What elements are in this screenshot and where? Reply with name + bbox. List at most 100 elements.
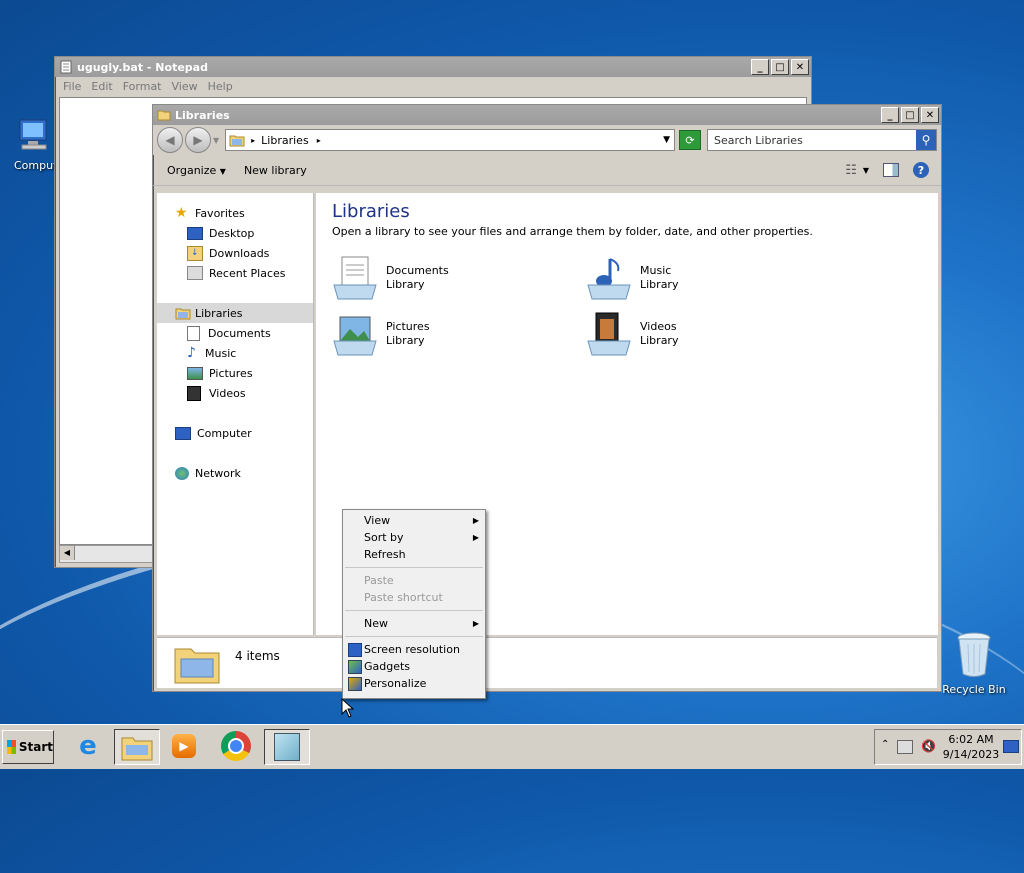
nav-videos[interactable]: Videos (157, 383, 313, 403)
minimize-button[interactable]: _ (751, 59, 769, 75)
breadcrumb-arrow-icon[interactable]: ▸ (317, 136, 321, 145)
library-music[interactable]: Music Library (586, 255, 678, 301)
show-hidden-icons-icon[interactable]: ⌃ (881, 739, 889, 750)
library-documents[interactable]: Documents Library (332, 255, 449, 301)
nav-documents[interactable]: Documents (157, 323, 313, 343)
folder-icon (157, 110, 171, 121)
maximize-button[interactable]: □ (771, 59, 789, 75)
desktop-context-menu: View ▶ Sort by ▶ Refresh Paste Paste short… (342, 509, 486, 699)
details-pane: 4 items (157, 637, 937, 688)
change-view-icon[interactable]: ☷ (845, 163, 857, 178)
desktop-computer-icon[interactable]: Computer (0, 116, 69, 172)
taskbar-media-player[interactable]: ▶ (162, 729, 206, 763)
libraries-icon (175, 308, 191, 320)
help-icon[interactable]: ? (913, 162, 929, 178)
menu-view[interactable]: View (172, 80, 198, 93)
downloads-icon: ↓ (187, 245, 203, 261)
library-name: Videos (640, 320, 677, 333)
address-bar-row: ◀ ▶ ▼ ▸ Libraries ▸ ▼ ⟳ Search Libraries… (153, 125, 941, 155)
mouse-pointer-icon (341, 698, 355, 718)
menu-help[interactable]: Help (208, 80, 233, 93)
preview-pane-icon[interactable] (883, 163, 899, 177)
music-icon: ♪ (187, 345, 196, 361)
search-icon[interactable]: ⚲ (916, 130, 936, 150)
refresh-button[interactable]: ⟳ (679, 130, 701, 150)
library-videos[interactable]: Videos Library (586, 311, 678, 357)
explorer-titlebar[interactable]: Libraries _ □ ✕ (153, 105, 941, 125)
nav-music[interactable]: ♪ Music (157, 343, 313, 363)
menu-item-refresh[interactable]: Refresh (343, 546, 485, 563)
taskbar-internet-explorer[interactable]: e (66, 729, 110, 763)
menu-item-personalize[interactable]: Personalize (343, 675, 485, 692)
star-icon: ★ (175, 205, 188, 221)
menu-separator (345, 610, 483, 611)
start-button[interactable]: Start (2, 730, 54, 764)
windows-logo-icon (7, 740, 16, 754)
menu-item-screen-resolution[interactable]: Screen resolution (343, 641, 485, 658)
library-name: Pictures (386, 320, 430, 333)
taskbar-windows-explorer[interactable] (114, 729, 160, 765)
breadcrumb-libraries[interactable]: Libraries (261, 134, 309, 147)
notepad-icon (60, 60, 72, 74)
nav-pictures[interactable]: Pictures (157, 363, 313, 383)
notepad-title: ugugly.bat - Notepad (77, 60, 208, 74)
library-type: Library (386, 334, 425, 347)
new-library-button[interactable]: New library (244, 164, 307, 177)
forward-button[interactable]: ▶ (185, 127, 211, 153)
clock-time[interactable]: 6:02 AM (943, 733, 999, 746)
menu-separator (345, 567, 483, 568)
library-pictures[interactable]: Pictures Library (332, 311, 430, 357)
nav-network[interactable]: Network (157, 463, 313, 483)
screen-resolution-icon (348, 642, 362, 657)
taskbar-chrome[interactable] (214, 729, 258, 763)
show-desktop-icon[interactable] (1003, 740, 1019, 753)
nav-computer[interactable]: Computer (157, 423, 313, 443)
recent-pages-dropdown-icon[interactable]: ▼ (213, 136, 219, 145)
nav-downloads[interactable]: ↓ Downloads (157, 243, 313, 263)
submenu-arrow-icon: ▶ (472, 619, 479, 628)
menu-edit[interactable]: Edit (91, 80, 112, 93)
nav-recent-places[interactable]: Recent Places (157, 263, 313, 283)
submenu-arrow-icon: ▶ (472, 533, 479, 542)
breadcrumb-arrow-icon[interactable]: ▸ (251, 136, 255, 145)
computer-icon (175, 426, 191, 440)
minimize-button[interactable]: _ (881, 107, 899, 123)
close-button[interactable]: ✕ (791, 59, 809, 75)
network-tray-icon[interactable] (897, 740, 913, 754)
view-options-dropdown-icon[interactable]: ▼ (863, 166, 869, 175)
gadgets-icon (348, 659, 362, 674)
close-button[interactable]: ✕ (921, 107, 939, 123)
scroll-left-arrow[interactable]: ◀ (60, 546, 75, 560)
notepad-menubar: File Edit Format View Help (55, 77, 811, 95)
maximize-button[interactable]: □ (901, 107, 919, 123)
back-button[interactable]: ◀ (157, 127, 183, 153)
menu-item-paste-shortcut: Paste shortcut (364, 591, 443, 604)
address-field[interactable]: ▸ Libraries ▸ ▼ (225, 129, 675, 151)
videos-library-icon (587, 312, 631, 356)
chrome-icon (221, 731, 251, 761)
menu-file[interactable]: File (63, 80, 81, 93)
recent-places-icon (187, 266, 203, 280)
taskbar-notepad[interactable] (264, 729, 310, 765)
address-dropdown-icon[interactable]: ▼ (663, 135, 670, 145)
menu-item-sort-by[interactable]: Sort by ▶ (343, 529, 485, 546)
menu-item-new[interactable]: New ▶ (343, 615, 485, 632)
nav-libraries[interactable]: Libraries (157, 303, 313, 323)
menu-format[interactable]: Format (123, 80, 162, 93)
item-count: 4 items (235, 649, 280, 663)
menu-item-view[interactable]: View ▶ (343, 512, 485, 529)
navigation-pane: ★ Favorites Desktop ↓ Downloads Recent P… (157, 193, 314, 635)
clock-date[interactable]: 9/14/2023 (941, 748, 1001, 761)
desktop-recycle-bin[interactable]: Recycle Bin (934, 630, 1014, 696)
music-library-icon (587, 258, 631, 300)
search-input[interactable]: Search Libraries ⚲ (707, 129, 937, 151)
command-bar: Organize ▼ New library ☷ ▼ ? (153, 155, 941, 186)
nav-favorites[interactable]: ★ Favorites (157, 203, 313, 223)
submenu-arrow-icon: ▶ (472, 516, 479, 525)
taskbar: Start e ▶ ⌃ 🔇 6:02 AM 9/14/2023 (0, 724, 1024, 769)
nav-desktop[interactable]: Desktop (157, 223, 313, 243)
volume-muted-icon[interactable]: 🔇 (921, 739, 936, 753)
notepad-titlebar[interactable]: ugugly.bat - Notepad _ □ ✕ (55, 57, 811, 77)
menu-item-gadgets[interactable]: Gadgets (343, 658, 485, 675)
organize-button[interactable]: Organize ▼ (167, 164, 226, 177)
